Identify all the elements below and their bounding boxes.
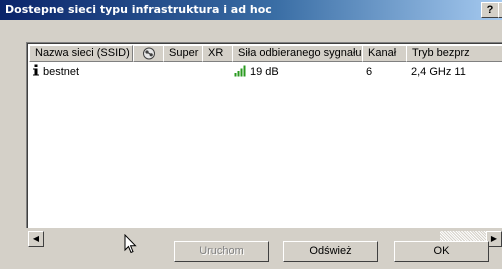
column-header-channel[interactable]: Kanał <box>362 45 407 62</box>
info-icon <box>32 64 40 80</box>
close-button[interactable]: × <box>498 2 502 18</box>
connect-button[interactable]: Uruchom <box>174 241 269 262</box>
network-row[interactable]: bestnet 19 dB 6 2,4 GHz 11 <box>29 64 502 79</box>
help-button[interactable]: ? <box>481 2 499 18</box>
channel: 6 <box>366 66 373 78</box>
ok-button[interactable]: OK <box>394 241 489 262</box>
scroll-left-icon[interactable]: ◀ <box>28 231 44 247</box>
network-ssid: bestnet <box>43 66 80 78</box>
column-header-signal[interactable]: Siła odbieranego sygnału <box>232 45 363 62</box>
list-header: Nazwa sieci (SSID) Super XR Siła odbiera… <box>29 45 502 62</box>
mouse-cursor-icon <box>124 234 137 254</box>
column-header-security[interactable] <box>133 45 165 62</box>
column-header-ssid[interactable]: Nazwa sieci (SSID) <box>29 45 133 62</box>
column-header-mode[interactable]: Tryb bezprz <box>406 45 502 62</box>
title-bar[interactable]: Dostepne sieci typu infrastruktura i ad … <box>0 0 502 20</box>
column-header-xr[interactable]: XR <box>202 45 233 62</box>
signal-strength: 19 dB <box>250 66 279 78</box>
network-list[interactable]: Nazwa sieci (SSID) Super XR Siła odbiera… <box>26 42 502 228</box>
wireless-security-icon <box>143 47 155 60</box>
wireless-mode: 2,4 GHz 11 <box>411 66 466 78</box>
refresh-button[interactable]: Odśwież <box>283 241 378 262</box>
window-title: Dostepne sieci typu infrastruktura i ad … <box>5 3 272 16</box>
dialog-body: Nazwa sieci (SSID) Super XR Siła odbiera… <box>0 20 502 269</box>
column-header-super[interactable]: Super <box>163 45 203 62</box>
signal-bars-icon <box>234 64 248 81</box>
